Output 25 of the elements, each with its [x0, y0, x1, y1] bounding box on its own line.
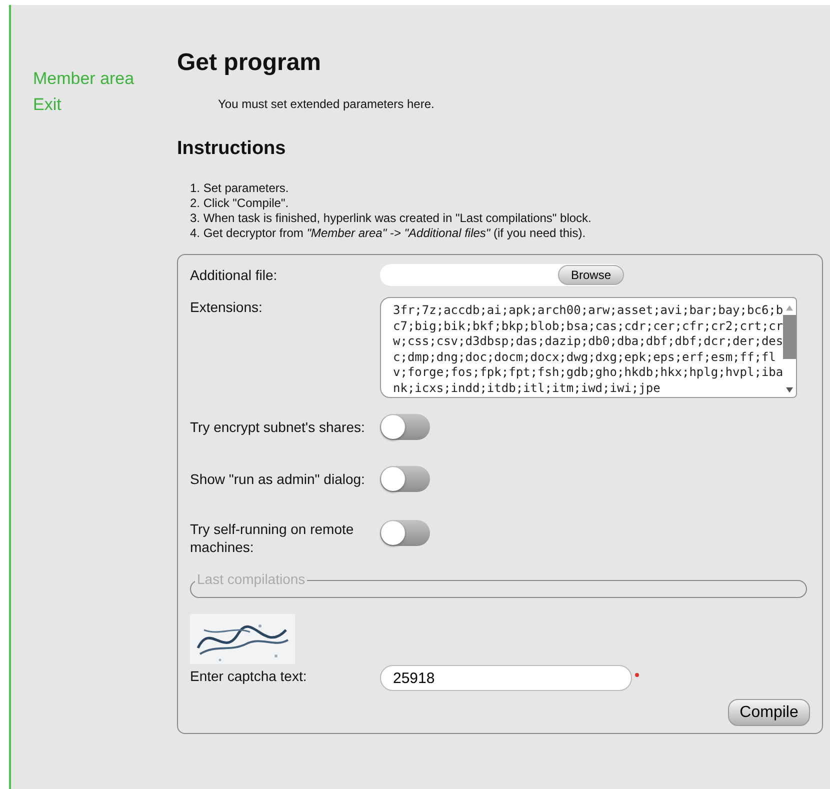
toggle-switch[interactable]: [380, 520, 430, 546]
captcha-field[interactable]: 25918: [380, 665, 632, 691]
page-title: Get program: [177, 49, 322, 77]
toggle-switch[interactable]: [380, 466, 430, 492]
field-label: Extensions:: [190, 298, 264, 315]
instruction-step: 2. Click "Compile".: [190, 196, 289, 211]
instruction-step: 4. Get decryptor from "Member area" -> "Additional files" (if you need this).: [190, 226, 586, 241]
intro-text: You must set extended parameters here.: [218, 97, 436, 111]
frame-legend: Last compilations: [195, 571, 308, 587]
field-label: Enter captcha text:: [190, 667, 308, 684]
instruction-step: 3. When task is finished, hyperlink was created in "Last compilations" block.: [190, 211, 592, 226]
toggle-switch[interactable]: [380, 414, 430, 440]
field-label: Show "run as admin" dialog:: [190, 470, 366, 487]
scroll-down-icon[interactable]: [786, 387, 794, 393]
scrollbar-thumb[interactable]: [783, 315, 796, 359]
compile-button[interactable]: Compile: [728, 699, 810, 726]
field-label: Additional file:: [190, 266, 278, 283]
field-label: Try self-running on remote machines:: [190, 520, 355, 556]
file-field[interactable]: Browse: [380, 264, 624, 286]
browse-button[interactable]: Browse: [558, 265, 624, 285]
section-heading: Instructions: [177, 137, 287, 161]
scroll-up-icon[interactable]: [786, 305, 794, 311]
extensions-field[interactable]: 3fr;7z;accdb;ai;apk;arch00;arw;asset;avi;bar;bay;bc6;bc7;big;bik;bkf;bkp;blob;bsa;cas;cdr;cer;cfr;cr2;crt;crw;css;csv;d3dbsp;das;dazip;db0;dba;dbf;dbf;dcr;der;desc;dmp;dng;doc;docm;docx;dwg;dxg;epk;eps;erf;esm;ff;flv;forge;fos;fpk;fpt;fsh;gdb;gho;hkdb;hkx;hplg;hvpl;ibank;icxs;indd;itdb;itl;itm;iwd;iwi;jpe: [380, 297, 797, 398]
instruction-step: 1. Set parameters.: [190, 181, 289, 196]
field-label: Try encrypt subnet's shares:: [190, 418, 366, 435]
